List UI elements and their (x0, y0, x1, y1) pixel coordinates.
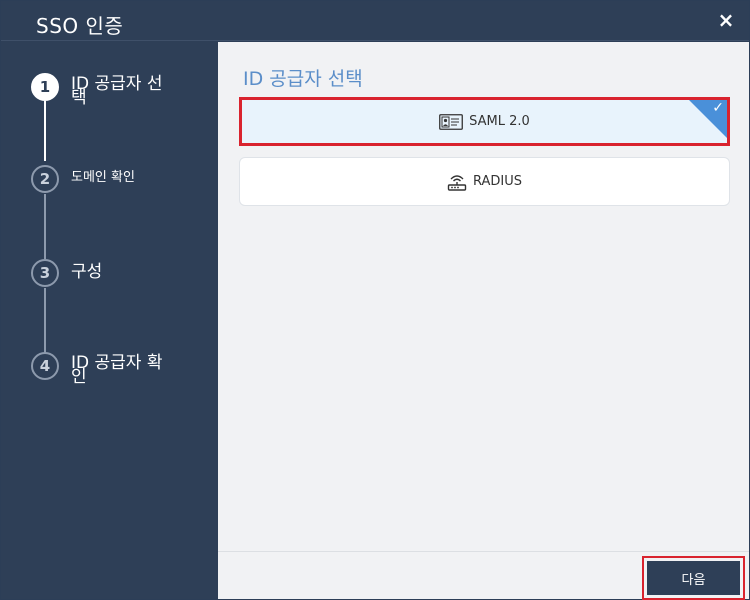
step-configure: 3 구성 (31, 259, 171, 287)
step-number-2: 2 (31, 165, 59, 193)
sso-dialog: SSO 인증 × 1 ID 공급자 선택 2 도메인 확인 3 구성 4 ID … (0, 0, 750, 600)
step-connector-1 (44, 101, 46, 161)
step-number-1: 1 (31, 73, 59, 101)
step-connector-3 (44, 288, 46, 354)
dialog-footer: 다음 (218, 551, 749, 600)
next-button[interactable]: 다음 (647, 561, 740, 595)
close-icon[interactable]: × (715, 9, 737, 31)
step-label-2: 도메인 확인 (71, 170, 135, 185)
option-radius[interactable]: RADIUS (239, 157, 730, 206)
option-label-radius: RADIUS (472, 174, 522, 189)
next-button-highlight: 다음 (642, 556, 745, 600)
step-label-3: 구성 (71, 262, 103, 282)
title-bar: SSO 인증 × (1, 1, 749, 41)
page-title: ID 공급자 선택 (243, 68, 363, 90)
wizard-steps-sidebar: 1 ID 공급자 선택 2 도메인 확인 3 구성 4 ID 공급자 확인 (1, 42, 218, 599)
step-select-idp: 1 ID 공급자 선택 (31, 73, 171, 108)
check-icon: ✓ (712, 100, 724, 116)
option-saml[interactable]: SAML 2.0 ✓ (239, 97, 730, 146)
step-verify-domain: 2 도메인 확인 (31, 165, 171, 193)
step-number-3: 3 (31, 259, 59, 287)
option-label-saml: SAML 2.0 (469, 114, 530, 129)
dialog-title: SSO 인증 (36, 14, 124, 38)
step-label-1: ID 공급자 선택 (71, 74, 163, 108)
router-icon (447, 172, 467, 192)
step-number-4: 4 (31, 352, 59, 380)
main-content: ID 공급자 선택 SAML 2.0 ✓ RADIUS (218, 42, 749, 551)
step-label-4: ID 공급자 확인 (71, 353, 163, 387)
step-verify-idp: 4 ID 공급자 확인 (31, 352, 171, 387)
id-card-icon (439, 113, 464, 130)
step-connector-2 (44, 194, 46, 259)
